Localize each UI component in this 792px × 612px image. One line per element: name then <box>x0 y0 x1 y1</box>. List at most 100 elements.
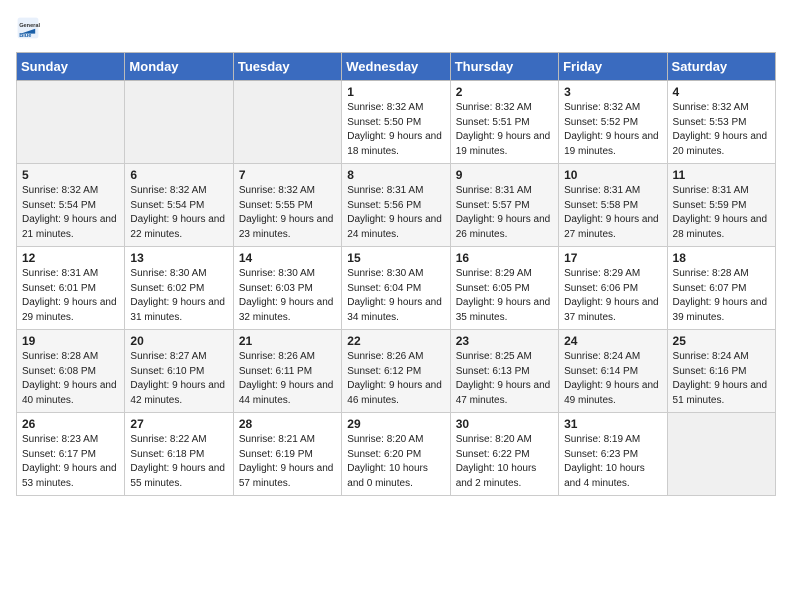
day-info: Sunrise: 8:21 AMSunset: 6:19 PMDaylight:… <box>239 433 336 491</box>
day-number: 5 <box>22 168 119 182</box>
day-number: 23 <box>456 334 553 348</box>
calendar-cell: 21 Sunrise: 8:26 AMSunset: 6:11 PMDaylig… <box>233 330 341 413</box>
page-header: General Blue <box>16 16 776 40</box>
day-info: Sunrise: 8:31 AMSunset: 6:01 PMDaylight:… <box>22 267 119 325</box>
day-number: 1 <box>347 85 444 99</box>
day-info: Sunrise: 8:26 AMSunset: 6:11 PMDaylight:… <box>239 350 336 408</box>
calendar-cell: 13 Sunrise: 8:30 AMSunset: 6:02 PMDaylig… <box>125 247 233 330</box>
day-number: 3 <box>564 85 661 99</box>
calendar-header-row: SundayMondayTuesdayWednesdayThursdayFrid… <box>17 53 776 81</box>
day-number: 22 <box>347 334 444 348</box>
calendar-cell: 16 Sunrise: 8:29 AMSunset: 6:05 PMDaylig… <box>450 247 558 330</box>
day-info: Sunrise: 8:31 AMSunset: 5:59 PMDaylight:… <box>673 184 770 242</box>
day-number: 15 <box>347 251 444 265</box>
day-info: Sunrise: 8:32 AMSunset: 5:51 PMDaylight:… <box>456 101 553 159</box>
day-info: Sunrise: 8:20 AMSunset: 6:22 PMDaylight:… <box>456 433 553 491</box>
calendar-cell: 14 Sunrise: 8:30 AMSunset: 6:03 PMDaylig… <box>233 247 341 330</box>
day-number: 26 <box>22 417 119 431</box>
day-number: 13 <box>130 251 227 265</box>
calendar-week-row: 1 Sunrise: 8:32 AMSunset: 5:50 PMDayligh… <box>17 81 776 164</box>
day-info: Sunrise: 8:30 AMSunset: 6:03 PMDaylight:… <box>239 267 336 325</box>
day-info: Sunrise: 8:31 AMSunset: 5:58 PMDaylight:… <box>564 184 661 242</box>
day-info: Sunrise: 8:19 AMSunset: 6:23 PMDaylight:… <box>564 433 661 491</box>
calendar-cell: 19 Sunrise: 8:28 AMSunset: 6:08 PMDaylig… <box>17 330 125 413</box>
day-number: 31 <box>564 417 661 431</box>
calendar-table: SundayMondayTuesdayWednesdayThursdayFrid… <box>16 52 776 496</box>
calendar-cell: 6 Sunrise: 8:32 AMSunset: 5:54 PMDayligh… <box>125 164 233 247</box>
calendar-cell: 12 Sunrise: 8:31 AMSunset: 6:01 PMDaylig… <box>17 247 125 330</box>
day-info: Sunrise: 8:24 AMSunset: 6:14 PMDaylight:… <box>564 350 661 408</box>
day-number: 30 <box>456 417 553 431</box>
day-info: Sunrise: 8:31 AMSunset: 5:57 PMDaylight:… <box>456 184 553 242</box>
calendar-cell <box>125 81 233 164</box>
day-number: 8 <box>347 168 444 182</box>
calendar-cell: 4 Sunrise: 8:32 AMSunset: 5:53 PMDayligh… <box>667 81 775 164</box>
day-info: Sunrise: 8:31 AMSunset: 5:56 PMDaylight:… <box>347 184 444 242</box>
calendar-week-row: 19 Sunrise: 8:28 AMSunset: 6:08 PMDaylig… <box>17 330 776 413</box>
day-info: Sunrise: 8:24 AMSunset: 6:16 PMDaylight:… <box>673 350 770 408</box>
calendar-cell: 3 Sunrise: 8:32 AMSunset: 5:52 PMDayligh… <box>559 81 667 164</box>
day-number: 27 <box>130 417 227 431</box>
day-of-week-header: Friday <box>559 53 667 81</box>
day-info: Sunrise: 8:25 AMSunset: 6:13 PMDaylight:… <box>456 350 553 408</box>
calendar-cell: 27 Sunrise: 8:22 AMSunset: 6:18 PMDaylig… <box>125 413 233 496</box>
day-of-week-header: Tuesday <box>233 53 341 81</box>
day-number: 18 <box>673 251 770 265</box>
calendar-cell: 2 Sunrise: 8:32 AMSunset: 5:51 PMDayligh… <box>450 81 558 164</box>
day-info: Sunrise: 8:32 AMSunset: 5:52 PMDaylight:… <box>564 101 661 159</box>
calendar-cell: 29 Sunrise: 8:20 AMSunset: 6:20 PMDaylig… <box>342 413 450 496</box>
calendar-cell: 25 Sunrise: 8:24 AMSunset: 6:16 PMDaylig… <box>667 330 775 413</box>
day-info: Sunrise: 8:27 AMSunset: 6:10 PMDaylight:… <box>130 350 227 408</box>
svg-text:General: General <box>19 23 40 29</box>
day-number: 25 <box>673 334 770 348</box>
day-of-week-header: Monday <box>125 53 233 81</box>
day-number: 16 <box>456 251 553 265</box>
day-number: 4 <box>673 85 770 99</box>
day-of-week-header: Saturday <box>667 53 775 81</box>
calendar-cell: 7 Sunrise: 8:32 AMSunset: 5:55 PMDayligh… <box>233 164 341 247</box>
day-of-week-header: Sunday <box>17 53 125 81</box>
calendar-cell <box>667 413 775 496</box>
logo-icon: General Blue <box>16 16 40 40</box>
day-of-week-header: Thursday <box>450 53 558 81</box>
day-number: 9 <box>456 168 553 182</box>
calendar-cell: 17 Sunrise: 8:29 AMSunset: 6:06 PMDaylig… <box>559 247 667 330</box>
day-info: Sunrise: 8:32 AMSunset: 5:53 PMDaylight:… <box>673 101 770 159</box>
day-number: 2 <box>456 85 553 99</box>
calendar-cell: 10 Sunrise: 8:31 AMSunset: 5:58 PMDaylig… <box>559 164 667 247</box>
day-info: Sunrise: 8:29 AMSunset: 6:05 PMDaylight:… <box>456 267 553 325</box>
day-info: Sunrise: 8:22 AMSunset: 6:18 PMDaylight:… <box>130 433 227 491</box>
calendar-cell: 31 Sunrise: 8:19 AMSunset: 6:23 PMDaylig… <box>559 413 667 496</box>
day-number: 14 <box>239 251 336 265</box>
calendar-cell: 28 Sunrise: 8:21 AMSunset: 6:19 PMDaylig… <box>233 413 341 496</box>
day-info: Sunrise: 8:32 AMSunset: 5:50 PMDaylight:… <box>347 101 444 159</box>
calendar-cell: 23 Sunrise: 8:25 AMSunset: 6:13 PMDaylig… <box>450 330 558 413</box>
calendar-cell: 24 Sunrise: 8:24 AMSunset: 6:14 PMDaylig… <box>559 330 667 413</box>
day-number: 12 <box>22 251 119 265</box>
calendar-cell: 18 Sunrise: 8:28 AMSunset: 6:07 PMDaylig… <box>667 247 775 330</box>
day-info: Sunrise: 8:32 AMSunset: 5:54 PMDaylight:… <box>22 184 119 242</box>
day-of-week-header: Wednesday <box>342 53 450 81</box>
day-number: 19 <box>22 334 119 348</box>
day-number: 28 <box>239 417 336 431</box>
calendar-week-row: 12 Sunrise: 8:31 AMSunset: 6:01 PMDaylig… <box>17 247 776 330</box>
day-number: 7 <box>239 168 336 182</box>
day-info: Sunrise: 8:32 AMSunset: 5:55 PMDaylight:… <box>239 184 336 242</box>
calendar-cell <box>233 81 341 164</box>
day-info: Sunrise: 8:28 AMSunset: 6:07 PMDaylight:… <box>673 267 770 325</box>
day-info: Sunrise: 8:26 AMSunset: 6:12 PMDaylight:… <box>347 350 444 408</box>
svg-text:Blue: Blue <box>19 33 31 39</box>
calendar-cell: 1 Sunrise: 8:32 AMSunset: 5:50 PMDayligh… <box>342 81 450 164</box>
day-number: 21 <box>239 334 336 348</box>
calendar-cell: 8 Sunrise: 8:31 AMSunset: 5:56 PMDayligh… <box>342 164 450 247</box>
calendar-cell: 30 Sunrise: 8:20 AMSunset: 6:22 PMDaylig… <box>450 413 558 496</box>
logo: General Blue <box>16 16 44 40</box>
day-info: Sunrise: 8:29 AMSunset: 6:06 PMDaylight:… <box>564 267 661 325</box>
day-info: Sunrise: 8:23 AMSunset: 6:17 PMDaylight:… <box>22 433 119 491</box>
calendar-cell: 9 Sunrise: 8:31 AMSunset: 5:57 PMDayligh… <box>450 164 558 247</box>
calendar-cell: 5 Sunrise: 8:32 AMSunset: 5:54 PMDayligh… <box>17 164 125 247</box>
day-info: Sunrise: 8:30 AMSunset: 6:02 PMDaylight:… <box>130 267 227 325</box>
day-number: 17 <box>564 251 661 265</box>
calendar-cell <box>17 81 125 164</box>
calendar-cell: 11 Sunrise: 8:31 AMSunset: 5:59 PMDaylig… <box>667 164 775 247</box>
